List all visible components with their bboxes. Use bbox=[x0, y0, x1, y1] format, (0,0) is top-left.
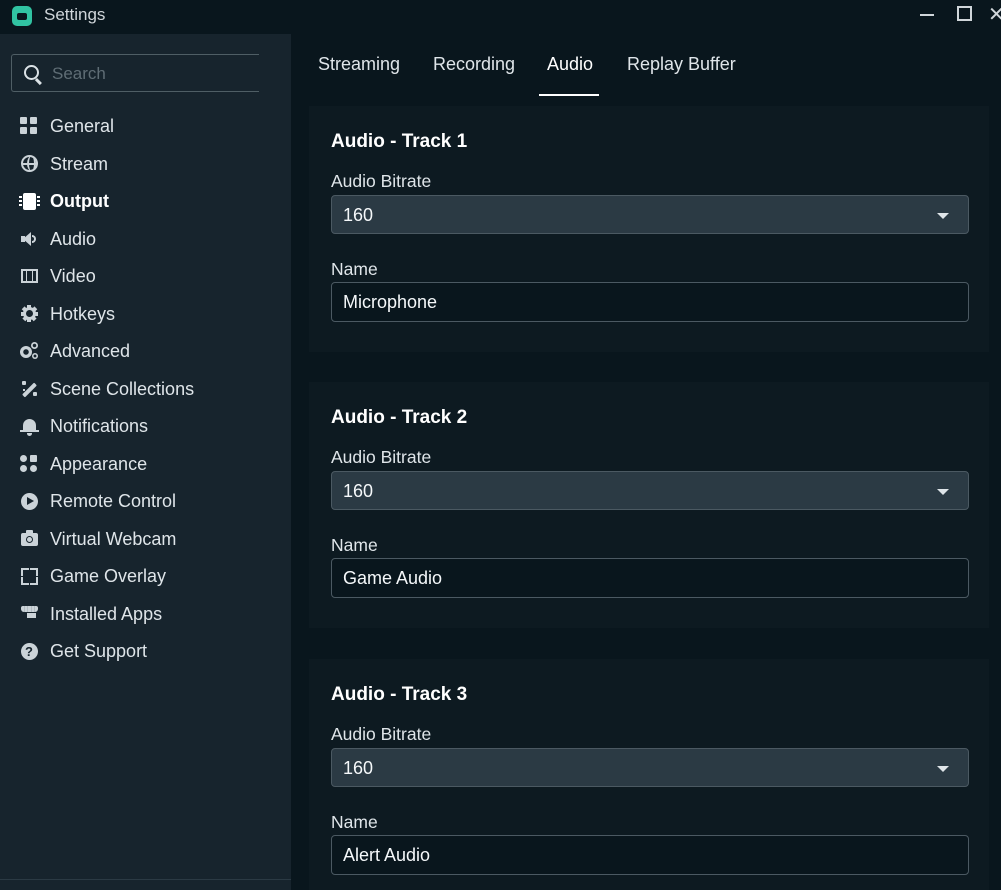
track-title: Audio - Track 3 bbox=[331, 684, 468, 705]
speaker-icon bbox=[20, 230, 38, 248]
audio-bitrate-value: 160 bbox=[343, 205, 374, 225]
minimize-button[interactable] bbox=[912, 2, 942, 28]
sidebar-item-label: Game Overlay bbox=[50, 566, 167, 586]
sidebar-item-output[interactable]: Output bbox=[0, 183, 291, 221]
gear-icon bbox=[20, 305, 38, 323]
search-box[interactable] bbox=[11, 54, 259, 92]
sidebar-item-hotkeys[interactable]: Hotkeys bbox=[0, 296, 291, 334]
output-tabs: Streaming Recording Audio Replay Buffer bbox=[291, 34, 1001, 96]
sidebar-item-label: Appearance bbox=[50, 453, 148, 474]
sidebar-item-game-overlay[interactable]: Game Overlay bbox=[0, 558, 291, 596]
magic-wand-icon bbox=[20, 380, 38, 398]
sidebar-item-label: Hotkeys bbox=[50, 303, 116, 324]
sidebar-item-notifications[interactable]: Notifications bbox=[0, 408, 291, 446]
title-bar: Settings ✕ bbox=[0, 0, 1001, 32]
audio-bitrate-label: Audio Bitrate bbox=[331, 171, 432, 191]
expand-icon bbox=[20, 567, 38, 585]
film-icon bbox=[20, 267, 38, 285]
sidebar: General Stream Output Audio Video Hotkey… bbox=[0, 34, 291, 890]
sidebar-item-remote-control[interactable]: Remote Control bbox=[0, 483, 291, 521]
sidebar-item-general[interactable]: General bbox=[0, 108, 291, 146]
search-icon bbox=[24, 65, 39, 80]
caret-down-icon bbox=[937, 213, 949, 219]
sidebar-item-get-support[interactable]: ? Get Support bbox=[0, 633, 291, 671]
sidebar-item-video[interactable]: Video bbox=[0, 258, 291, 296]
sidebar-item-advanced[interactable]: Advanced bbox=[0, 333, 291, 371]
play-circle-icon bbox=[20, 492, 38, 510]
audio-bitrate-value: 160 bbox=[343, 758, 374, 778]
chip-icon bbox=[18, 192, 40, 210]
audio-track-3-card: Audio - Track 3 Audio Bitrate 160 Name bbox=[309, 659, 989, 890]
track-title: Audio - Track 1 bbox=[331, 131, 468, 152]
gears-icon bbox=[20, 342, 38, 360]
palette-icon bbox=[20, 454, 38, 473]
help-icon: ? bbox=[20, 642, 38, 660]
sidebar-item-label: Installed Apps bbox=[50, 603, 163, 624]
sidebar-item-label: Virtual Webcam bbox=[50, 528, 177, 549]
close-button[interactable]: ✕ bbox=[988, 2, 1001, 28]
sidebar-item-label: Remote Control bbox=[50, 491, 177, 511]
caret-down-icon bbox=[937, 766, 949, 772]
settings-nav: General Stream Output Audio Video Hotkey… bbox=[0, 108, 291, 671]
sidebar-item-virtual-webcam[interactable]: Virtual Webcam bbox=[0, 521, 291, 559]
caret-down-icon bbox=[937, 489, 949, 495]
audio-bitrate-select[interactable]: 160 bbox=[331, 471, 969, 510]
bell-icon bbox=[19, 417, 39, 436]
active-tab-indicator bbox=[539, 94, 599, 96]
track-name-input[interactable] bbox=[331, 835, 969, 875]
sidebar-item-label: Audio bbox=[50, 228, 97, 249]
sidebar-item-label: Stream bbox=[50, 153, 109, 174]
sidebar-item-label: Scene Collections bbox=[50, 378, 195, 399]
audio-bitrate-select[interactable]: 160 bbox=[331, 748, 969, 787]
sidebar-item-scene-collections[interactable]: Scene Collections bbox=[0, 371, 291, 409]
track-name-input[interactable] bbox=[331, 558, 969, 598]
sidebar-item-label: Video bbox=[50, 266, 96, 286]
sidebar-item-audio[interactable]: Audio bbox=[0, 221, 291, 259]
sidebar-item-label: Notifications bbox=[50, 416, 149, 436]
close-icon: ✕ bbox=[988, 4, 1001, 26]
grid-icon bbox=[20, 117, 38, 135]
track-name-input[interactable] bbox=[331, 282, 969, 322]
sidebar-item-installed-apps[interactable]: Installed Apps bbox=[0, 596, 291, 634]
name-label: Name bbox=[331, 259, 378, 279]
search-input[interactable] bbox=[50, 62, 254, 86]
audio-track-2-card: Audio - Track 2 Audio Bitrate 160 Name bbox=[309, 382, 989, 628]
sidebar-item-label: General bbox=[50, 116, 115, 136]
store-icon bbox=[20, 605, 38, 623]
tab-recording[interactable]: Recording bbox=[433, 54, 515, 96]
audio-bitrate-label: Audio Bitrate bbox=[331, 447, 432, 467]
tab-audio[interactable]: Audio bbox=[547, 54, 593, 96]
sidebar-item-label: Advanced bbox=[50, 341, 131, 361]
audio-track-1-card: Audio - Track 1 Audio Bitrate 160 Name bbox=[309, 106, 989, 352]
name-label: Name bbox=[331, 535, 378, 555]
settings-content: Streaming Recording Audio Replay Buffer … bbox=[291, 34, 1001, 890]
track-title: Audio - Track 2 bbox=[331, 407, 468, 428]
audio-bitrate-value: 160 bbox=[343, 481, 374, 501]
sidebar-item-label: Output bbox=[50, 191, 109, 211]
sidebar-item-label: Get Support bbox=[50, 641, 148, 661]
sidebar-item-appearance[interactable]: Appearance bbox=[0, 446, 291, 484]
audio-bitrate-select[interactable]: 160 bbox=[331, 195, 969, 234]
camera-icon bbox=[20, 530, 38, 548]
tab-streaming[interactable]: Streaming bbox=[318, 54, 400, 96]
window-title: Settings bbox=[44, 5, 106, 24]
maximize-button[interactable] bbox=[950, 2, 980, 28]
streamlabs-logo-icon bbox=[12, 6, 32, 26]
name-label: Name bbox=[331, 812, 378, 832]
globe-icon bbox=[20, 155, 38, 173]
audio-bitrate-label: Audio Bitrate bbox=[331, 724, 432, 744]
tab-replay-buffer[interactable]: Replay Buffer bbox=[627, 54, 736, 96]
sidebar-item-stream[interactable]: Stream bbox=[0, 146, 291, 184]
